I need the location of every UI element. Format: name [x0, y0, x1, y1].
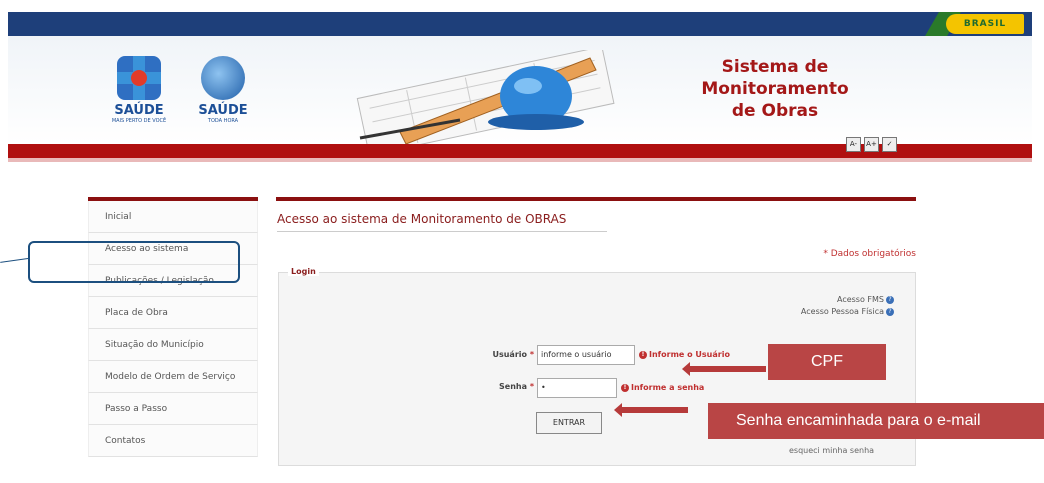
help-icon[interactable]: ? — [886, 295, 894, 304]
cpf-arrow — [682, 362, 766, 376]
cpf-callout: CPF — [768, 344, 886, 380]
decrease-font-button[interactable]: A- — [846, 137, 861, 152]
access-links: Acesso FMS? Acesso Pessoa Física? — [801, 294, 894, 318]
blueprint-helmet-illustration — [356, 50, 615, 146]
globe-icon — [201, 56, 245, 100]
saude-toda-hora-logo[interactable]: SAÚDE TODA HORA — [188, 56, 258, 124]
title-line: de Obras — [731, 101, 819, 121]
entrar-button[interactable]: ENTRAR — [536, 412, 602, 434]
senha-arrow — [614, 403, 688, 417]
title-line: Sistema de — [721, 57, 829, 77]
page-margin — [0, 0, 8, 483]
page-title: Acesso ao sistema de Monitoramento de OB… — [277, 212, 567, 226]
title-underline — [277, 231, 607, 232]
required-note: * Dados obrigatórios — [823, 249, 916, 259]
logo-title: SAÚDE — [198, 103, 248, 118]
forgot-password-link[interactable]: esqueci minha senha — [789, 446, 874, 455]
acesso-fms-link[interactable]: Acesso FMS — [837, 295, 884, 304]
header-red-shadow — [8, 158, 1032, 162]
usuario-input[interactable]: informe o usuário — [537, 345, 635, 365]
sidebar-item-placa[interactable]: Placa de Obra — [88, 297, 258, 329]
senha-input[interactable]: • — [537, 378, 617, 398]
main-panel — [276, 197, 916, 201]
saude-logo[interactable]: SAÚDE MAIS PERTO DE VOCÊ — [104, 56, 174, 124]
sidebar-item-passo[interactable]: Passo a Passo — [88, 393, 258, 425]
font-size-controls: A- A+ ✓ — [846, 137, 897, 152]
logo-title: SAÚDE — [114, 103, 164, 118]
increase-font-button[interactable]: A+ — [864, 137, 879, 152]
senha-callout: Senha encaminhada para o e-mail — [708, 403, 1044, 439]
logo-subtitle: MAIS PERTO DE VOCÊ — [111, 118, 167, 124]
health-cross-icon — [117, 56, 161, 100]
acesso-pessoa-fisica-link[interactable]: Acesso Pessoa Física — [801, 307, 884, 316]
contrast-button[interactable]: ✓ — [882, 137, 897, 152]
sidebar-item-situacao[interactable]: Situação do Município — [88, 329, 258, 361]
main-top-border — [276, 197, 916, 201]
sidebar-item-modelo[interactable]: Modelo de Ordem de Serviço — [88, 361, 258, 393]
brasil-badge[interactable]: BRASIL — [946, 14, 1024, 34]
title-line: Monitoramento — [701, 79, 849, 99]
annotation-highlight-box — [28, 241, 240, 283]
sidebar-item-inicial[interactable]: Inicial — [88, 201, 258, 233]
login-legend: Login — [288, 267, 319, 276]
logo-subtitle: TODA HORA — [207, 118, 239, 124]
error-icon: ! — [621, 383, 629, 392]
usuario-label: Usuário * — [492, 350, 534, 359]
error-icon: ! — [639, 350, 647, 359]
usuario-error: ! Informe o Usuário — [639, 350, 730, 359]
system-title: Sistema de Monitoramento de Obras — [660, 56, 890, 122]
sidebar-item-contatos[interactable]: Contatos — [88, 425, 258, 457]
senha-error: ! Informe a senha — [621, 383, 704, 392]
gov-top-bar: BRASIL — [8, 12, 1032, 36]
sidebar-menu: Inicial Acesso ao sistema Publicações / … — [88, 197, 258, 457]
senha-label: Senha * — [499, 382, 534, 391]
help-icon[interactable]: ? — [886, 307, 894, 316]
